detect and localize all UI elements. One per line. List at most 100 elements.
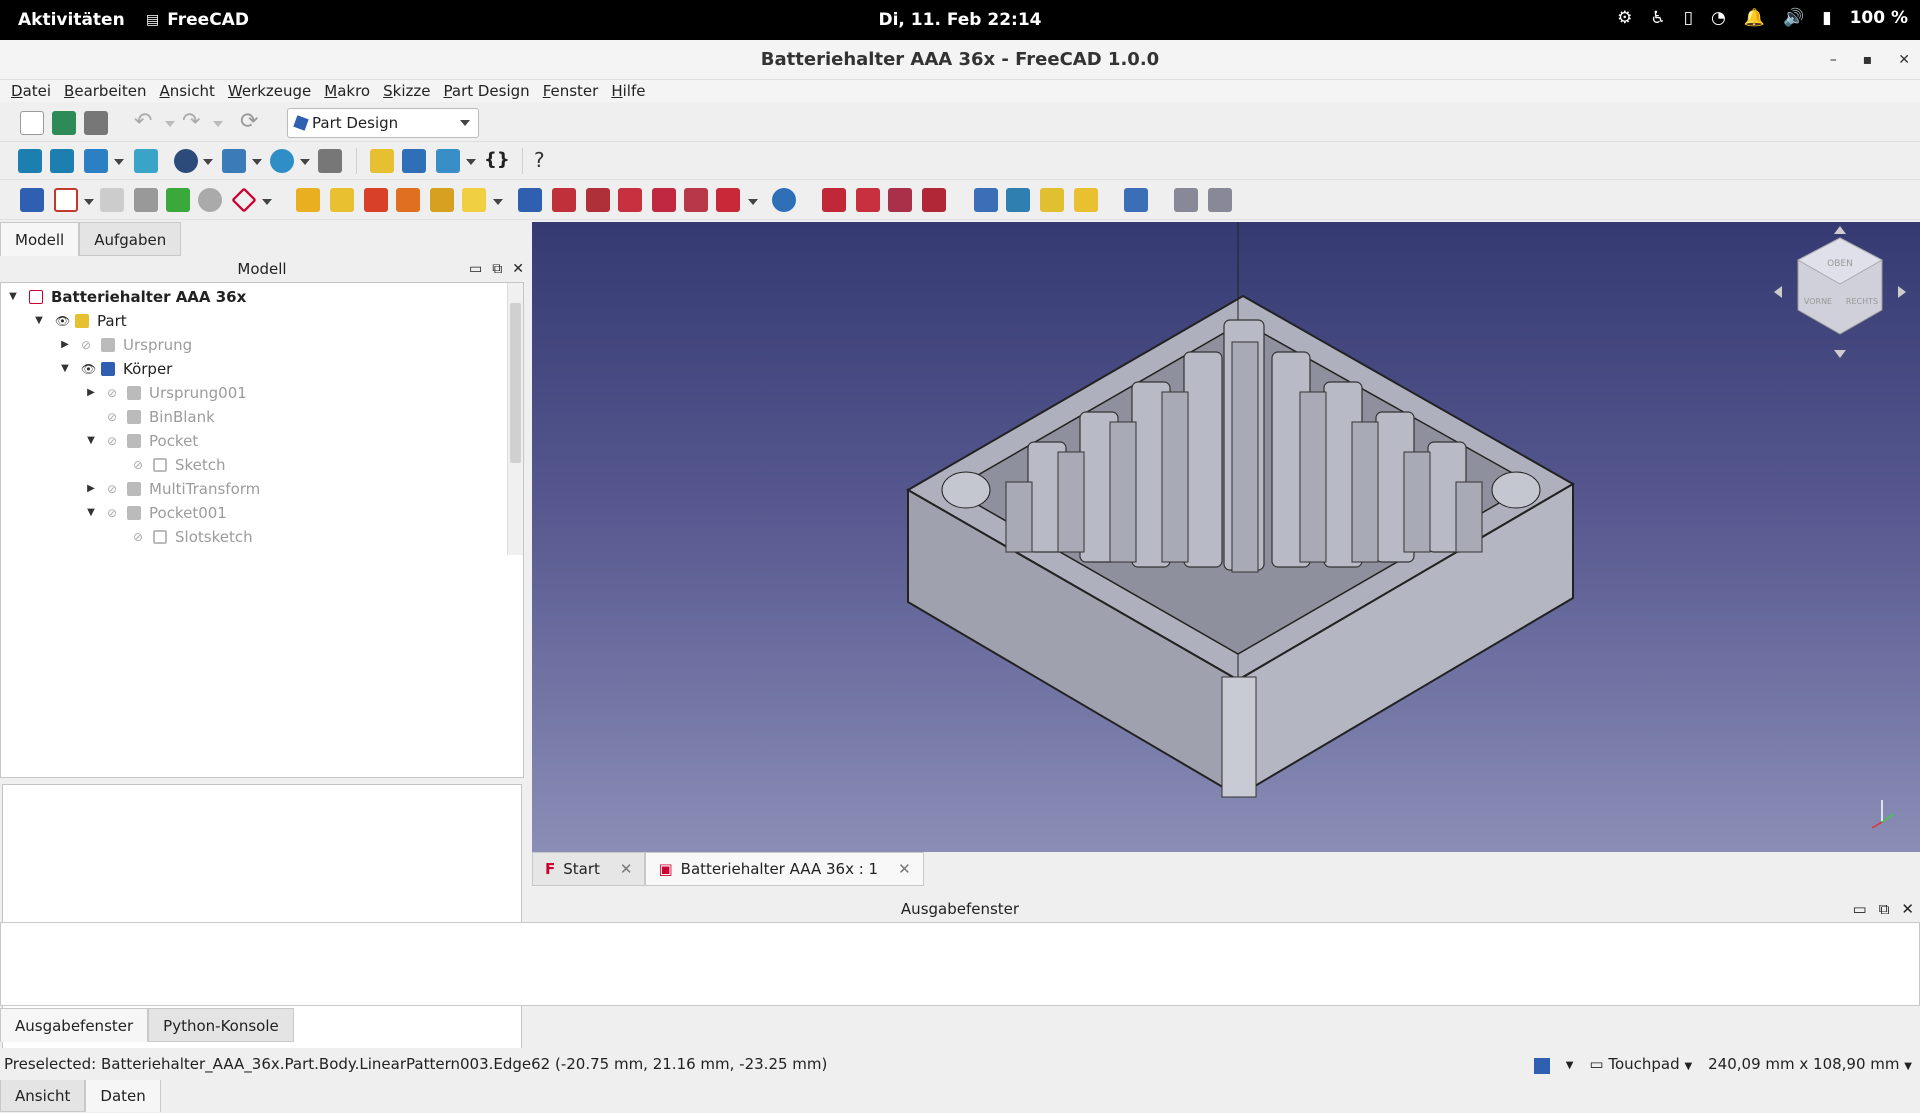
navigation-style-selector[interactable]: ▭ Touchpad ▼ bbox=[1589, 1048, 1692, 1083]
close-button[interactable]: ✕ bbox=[1898, 40, 1910, 80]
draft-icon[interactable] bbox=[888, 188, 912, 212]
expand-arrow-icon[interactable]: ▶ bbox=[59, 333, 71, 357]
close-tab-icon[interactable]: ✕ bbox=[620, 852, 633, 886]
navcube-face-right[interactable]: RECHTS bbox=[1846, 297, 1878, 306]
menu-ansicht[interactable]: Ansicht bbox=[154, 80, 222, 102]
create-body-icon[interactable] bbox=[20, 188, 44, 212]
draw-style-icon[interactable] bbox=[174, 149, 198, 173]
menu-part-design[interactable]: Part Design bbox=[439, 80, 538, 102]
thickness-icon[interactable] bbox=[922, 188, 946, 212]
measurement-tool-icon[interactable] bbox=[318, 149, 342, 173]
measure-icon[interactable] bbox=[270, 149, 294, 173]
chevron-down-icon[interactable]: ▼ bbox=[1566, 1050, 1574, 1082]
menu-makro[interactable]: Makro bbox=[319, 80, 378, 102]
expand-arrow-icon[interactable]: ▶ bbox=[85, 381, 97, 405]
tab-daten[interactable]: Daten bbox=[85, 1078, 161, 1112]
wifi-icon[interactable]: ◔ bbox=[1711, 8, 1726, 28]
workbench-selector[interactable]: Part Design bbox=[287, 108, 479, 138]
volume-icon[interactable]: 🔊 bbox=[1783, 8, 1804, 28]
open-document-icon[interactable] bbox=[52, 111, 76, 135]
menu-werkzeuge[interactable]: Werkzeuge bbox=[223, 80, 319, 102]
hole-icon[interactable] bbox=[552, 188, 576, 212]
doc-tab-start[interactable]: F Start ✕ bbox=[532, 852, 646, 886]
part-container-icon[interactable] bbox=[370, 149, 394, 173]
hidden-eye-icon[interactable]: ⊘ bbox=[107, 405, 123, 429]
refresh-icon[interactable]: ⟳ bbox=[240, 111, 264, 135]
link-icon[interactable] bbox=[436, 149, 460, 173]
system-tray[interactable]: ⚙ ♿ ▯ ◔ 🔔 🔊 ▮ 100 % bbox=[1617, 8, 1908, 28]
3d-viewport[interactable]: OBEN VORNE RECHTS bbox=[532, 222, 1920, 852]
menu-bearbeiten[interactable]: Bearbeiten bbox=[59, 80, 154, 102]
save-icon[interactable] bbox=[84, 111, 108, 135]
create-sketch-icon[interactable] bbox=[54, 188, 78, 212]
panel-undock-icon[interactable]: ⧉ bbox=[1879, 898, 1890, 920]
doc-tab-batteriehalter[interactable]: ▣ Batteriehalter AAA 36x : 1 ✕ bbox=[645, 852, 924, 886]
menu-fenster[interactable]: Fenster bbox=[538, 80, 607, 102]
tree-item-multitransform[interactable]: ▶ ⊘ MultiTransform bbox=[85, 477, 260, 501]
additive-helix-icon[interactable] bbox=[430, 188, 454, 212]
tree-item-pocket[interactable]: ▼ ⊘ Pocket bbox=[85, 429, 198, 453]
tree-item-document[interactable]: ▼ Batteriehalter AAA 36x bbox=[7, 285, 246, 309]
expand-arrow-icon[interactable]: ▶ bbox=[85, 477, 97, 501]
tab-modell[interactable]: Modell bbox=[0, 222, 80, 256]
draw-style-indicator-icon[interactable] bbox=[1533, 1057, 1550, 1074]
revolution-icon[interactable] bbox=[330, 188, 354, 212]
collapse-arrow-icon[interactable]: ▼ bbox=[85, 501, 97, 525]
new-document-icon[interactable] bbox=[20, 111, 44, 135]
menu-datei[interactable]: Datei bbox=[6, 80, 59, 102]
shape-binder-icon[interactable] bbox=[134, 188, 158, 212]
output-window[interactable] bbox=[0, 922, 1920, 1006]
hidden-eye-icon[interactable]: ⊘ bbox=[107, 429, 123, 453]
tree-scrollbar[interactable] bbox=[507, 283, 523, 555]
redo-icon[interactable]: ↷ bbox=[182, 111, 206, 135]
tree-item-part[interactable]: ▼ 👁 Part bbox=[33, 309, 126, 333]
variable-set-icon[interactable]: {} bbox=[484, 149, 510, 173]
screen-rotate-icon[interactable]: ▯ bbox=[1684, 8, 1693, 28]
linear-pattern-icon[interactable] bbox=[1006, 188, 1030, 212]
battery-holder-model[interactable] bbox=[532, 222, 1920, 852]
tree-item-slotsketch[interactable]: ⊘ Slotsketch bbox=[111, 525, 253, 549]
collapse-arrow-icon[interactable]: ▼ bbox=[59, 357, 71, 381]
boolean-icon[interactable] bbox=[772, 188, 796, 212]
tab-python-konsole[interactable]: Python-Konsole bbox=[148, 1008, 294, 1042]
bounding-box-icon[interactable] bbox=[222, 149, 246, 173]
battery-icon[interactable]: ▮ bbox=[1822, 8, 1831, 28]
subtractive-helix-icon[interactable] bbox=[684, 188, 708, 212]
collapse-arrow-icon[interactable]: ▼ bbox=[33, 309, 45, 333]
navcube-face-top[interactable]: OBEN bbox=[1827, 259, 1853, 269]
pad-icon[interactable] bbox=[296, 188, 320, 212]
subtractive-loft-icon[interactable] bbox=[618, 188, 642, 212]
additive-primitive-icon[interactable] bbox=[462, 188, 486, 212]
visibility-eye-icon[interactable]: 👁 bbox=[55, 309, 71, 333]
chamfer-icon[interactable] bbox=[856, 188, 880, 212]
hidden-eye-icon[interactable]: ⊘ bbox=[133, 525, 149, 549]
sync-view-icon[interactable] bbox=[134, 149, 158, 173]
tab-aufgaben[interactable]: Aufgaben bbox=[79, 222, 182, 256]
app-menu[interactable]: ▤ FreeCAD bbox=[146, 10, 249, 30]
additive-pipe-icon[interactable] bbox=[396, 188, 420, 212]
hidden-eye-icon[interactable]: ⊘ bbox=[107, 381, 123, 405]
collapse-arrow-icon[interactable]: ▼ bbox=[7, 285, 19, 309]
hidden-eye-icon[interactable]: ⊘ bbox=[133, 453, 149, 477]
zoom-out-icon[interactable] bbox=[1208, 188, 1232, 212]
axonometric-view-icon[interactable] bbox=[84, 149, 108, 173]
validate-sketch-icon[interactable] bbox=[100, 188, 124, 212]
panel-float-icon[interactable]: ▭ bbox=[469, 258, 482, 280]
groove-icon[interactable] bbox=[586, 188, 610, 212]
panel-undock-icon[interactable]: ⧉ bbox=[492, 258, 502, 280]
sprocket-icon[interactable] bbox=[1124, 188, 1148, 212]
visibility-eye-icon[interactable]: 👁 bbox=[81, 357, 97, 381]
collapse-arrow-icon[interactable]: ▼ bbox=[85, 429, 97, 453]
accessibility-icon[interactable]: ♿ bbox=[1650, 8, 1665, 28]
panel-float-icon[interactable]: ▭ bbox=[1853, 898, 1867, 920]
notification-bell-icon[interactable]: 🔔 bbox=[1744, 8, 1765, 28]
settings-icon[interactable]: ⚙ bbox=[1617, 8, 1632, 28]
subtractive-pipe-icon[interactable] bbox=[652, 188, 676, 212]
tab-ausgabefenster[interactable]: Ausgabefenster bbox=[0, 1008, 149, 1042]
polar-pattern-icon[interactable] bbox=[1040, 188, 1064, 212]
panel-close-icon[interactable]: ✕ bbox=[512, 258, 524, 280]
tab-ansicht[interactable]: Ansicht bbox=[0, 1078, 86, 1112]
fit-all-icon[interactable] bbox=[18, 149, 42, 173]
minimize-button[interactable]: – bbox=[1830, 40, 1837, 80]
menu-skizze[interactable]: Skizze bbox=[378, 80, 438, 102]
